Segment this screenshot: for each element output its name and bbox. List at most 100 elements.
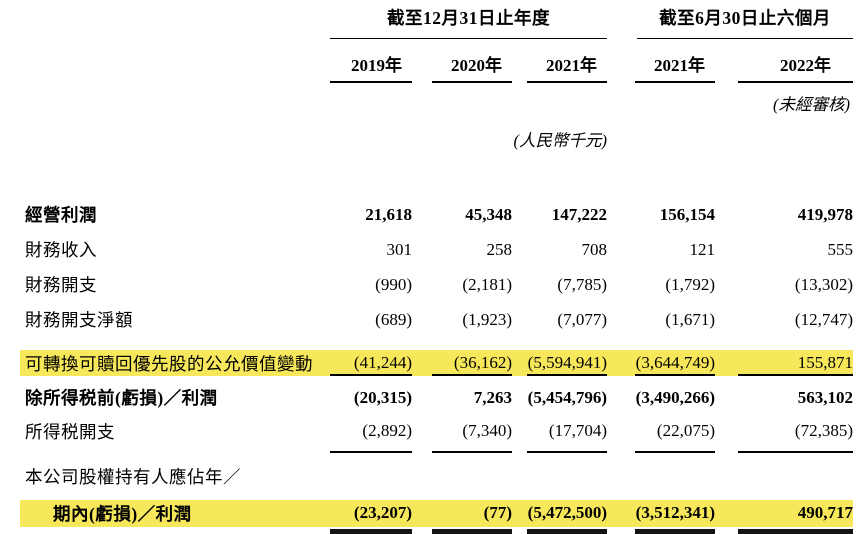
table-row-income-tax-expense: 所得税開支 (2,892) (7,340) (17,704) (22,075) … (20, 415, 853, 453)
currency-note: (人民幣千元) (513, 131, 608, 150)
value: 7,263 (473, 387, 512, 407)
year-column-2019: 2019年 (330, 39, 412, 83)
total-rule-bar (738, 528, 853, 534)
income-statement-table: 截至12月31日止年度 截至6月30日止六個月 2019年 2020年 2021… (20, 0, 853, 534)
cell-value: (41,244) (330, 350, 412, 376)
value: (2,181) (462, 274, 512, 294)
total-rule-bar (527, 528, 607, 534)
cell-value: (7,077) (512, 302, 607, 337)
table-header-years: 2019年 2020年 2021年 2021年 2022年 (20, 39, 853, 83)
value: (1,792) (665, 274, 715, 294)
cell-value: 121 (637, 232, 716, 267)
table-row-finance-costs: 財務開支 (990) (2,181) (7,785) (1,792) (13,3… (20, 267, 853, 302)
value: (5,594,941) (527, 353, 607, 372)
value: (12,747) (794, 309, 853, 329)
value: 21,618 (365, 204, 412, 224)
row-label: 財務開支淨額 (25, 310, 133, 330)
value: (7,785) (557, 274, 607, 294)
column-gap (607, 197, 637, 232)
value: 490,717 (797, 503, 853, 522)
cell-value: (3,644,749) (635, 350, 715, 376)
column-underline (527, 374, 607, 376)
column-underline (738, 374, 853, 376)
value: 45,348 (465, 204, 512, 224)
cell-value: 21,618 (330, 197, 412, 232)
cell-value: (23,207) (330, 500, 412, 527)
year-label: 2021年 (654, 56, 705, 75)
unaudited-note: (未經審核) (773, 95, 850, 114)
cell-value: (12,747) (715, 302, 853, 337)
value: 155,871 (797, 353, 853, 372)
value: (7,340) (462, 421, 512, 440)
value: (990) (375, 274, 412, 294)
cell-value: 147,222 (512, 197, 607, 232)
value: (5,454,796) (527, 387, 607, 407)
cell-value: 708 (512, 232, 608, 267)
year-label: 2022年 (780, 56, 831, 75)
table-row-net-finance-costs: 財務開支淨額 (689) (1,923) (7,077) (1,671) (12… (20, 302, 853, 337)
column-underline (330, 374, 412, 376)
column-group-interim: 截至6月30日止六個月 (637, 0, 853, 39)
row-label: 本公司股權持有人應佔年／ (25, 467, 241, 487)
cell-value: (3,512,341) (636, 500, 715, 527)
unaudited-note-row: (未經審核) (20, 83, 853, 117)
value: 301 (386, 239, 413, 259)
value: (7,077) (557, 309, 607, 329)
value: (22,075) (656, 421, 715, 440)
cell-value: 258 (412, 232, 513, 267)
total-rule-bar (330, 528, 412, 534)
cell-value: (7,785) (512, 267, 607, 302)
value: (36,162) (453, 353, 512, 372)
column-gap (607, 415, 637, 453)
cell-value: (22,075) (635, 415, 715, 453)
table-row-profit-before-tax: 除所得税前(虧損)／利潤 (20,315) 7,263 (5,454,796) … (20, 380, 853, 415)
currency-note-row: (人民幣千元) (20, 117, 853, 155)
cell-value: (7,340) (412, 415, 512, 453)
cell-value: 490,717 (715, 500, 853, 527)
year-label: 2020年 (451, 56, 502, 75)
row-label: 期內(虧損)／利潤 (53, 503, 192, 524)
value: (1,671) (665, 309, 715, 329)
cell-value: (20,315) (330, 380, 412, 415)
value: (72,385) (794, 421, 853, 440)
table-header-groups: 截至12月31日止年度 截至6月30日止六個月 (20, 0, 853, 39)
year-column-2022-interim: 2022年 (715, 39, 853, 83)
value: 555 (827, 239, 854, 259)
cell-value: 155,871 (715, 350, 853, 376)
cell-value: (689) (330, 302, 412, 337)
bottom-rule (635, 528, 715, 534)
column-underline (527, 451, 607, 453)
total-rule-bar (432, 528, 512, 534)
cell-value: 45,348 (412, 197, 512, 232)
year-label: 2019年 (351, 56, 402, 75)
column-gap (607, 380, 637, 415)
value: (1,923) (462, 309, 512, 329)
column-gap (607, 302, 637, 337)
bottom-rule (330, 528, 412, 534)
cell-value: (5,594,941) (512, 350, 607, 376)
year-column-2021: 2021年 (512, 39, 607, 83)
column-underline (527, 81, 607, 83)
cell-value: 301 (330, 232, 413, 267)
year-column-2020: 2020年 (412, 39, 512, 83)
column-underline (432, 451, 512, 453)
cell-value: (990) (330, 267, 412, 302)
value: (20,315) (353, 387, 412, 407)
column-gap (607, 500, 637, 527)
cell-value: (3,490,266) (636, 380, 715, 415)
value: 121 (689, 239, 716, 259)
table-row-attributable-to-equity-holders: 本公司股權持有人應佔年／ (20, 459, 853, 494)
value: (3,644,749) (635, 353, 715, 372)
value: (689) (375, 309, 412, 329)
total-rule-bar (635, 528, 715, 534)
column-underline (432, 81, 512, 83)
table-row-finance-income: 財務收入 301 258 708 121 555 (20, 232, 853, 267)
value: (23,207) (353, 503, 412, 522)
cell-value: (72,385) (715, 415, 853, 453)
header-empty-cell (20, 0, 330, 39)
column-underline (635, 374, 715, 376)
row-label: 所得税開支 (25, 421, 115, 442)
column-underline (330, 81, 412, 83)
value: 419,978 (797, 204, 853, 224)
bottom-rule (412, 528, 512, 534)
